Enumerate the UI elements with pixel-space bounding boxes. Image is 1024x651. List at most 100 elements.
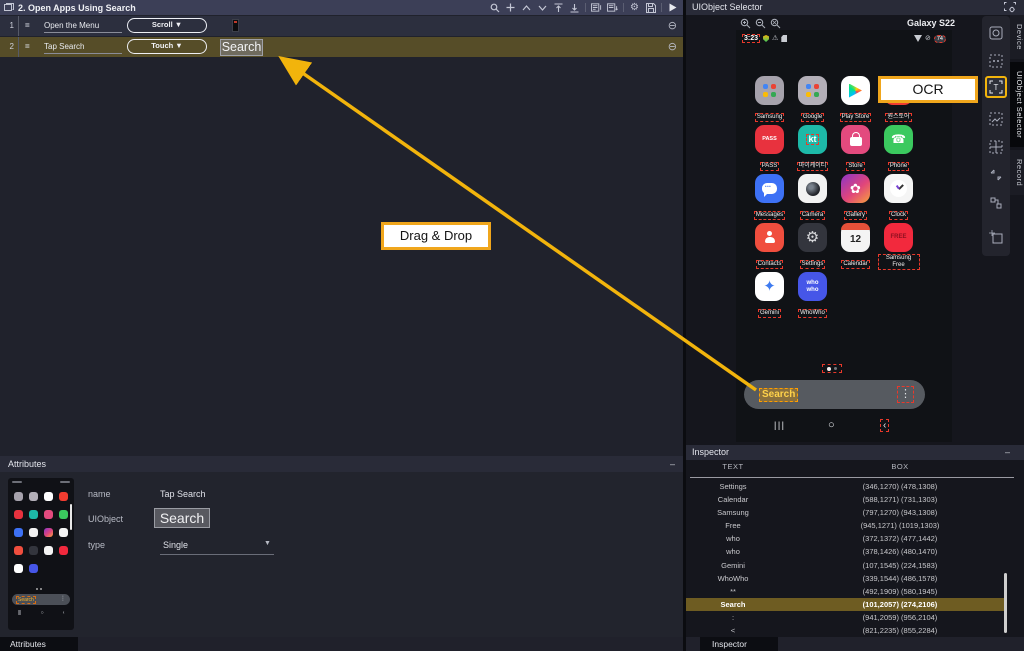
- zoom-reset-icon[interactable]: [770, 18, 781, 29]
- uiobject-field-value[interactable]: Search: [154, 508, 210, 528]
- app-icon[interactable]: [755, 223, 784, 252]
- hierarchy-tool-icon[interactable]: [985, 192, 1007, 214]
- inspector-row[interactable]: WhoWho (339,1544) (486,1578): [686, 572, 1004, 585]
- app-icon[interactable]: ✦: [755, 272, 784, 301]
- app-shortcut[interactable]: ✦ Gemini: [748, 272, 791, 321]
- step-name-field[interactable]: Tap Search: [44, 39, 122, 54]
- remove-step-icon[interactable]: ⊖: [668, 37, 677, 57]
- remove-step-icon[interactable]: ⊖: [668, 16, 677, 36]
- app-shortcut[interactable]: who who WhoWho: [791, 272, 834, 321]
- image-select-tool-icon[interactable]: [985, 108, 1007, 130]
- zoom-in-icon[interactable]: [740, 18, 751, 29]
- app-shortcut[interactable]: PASS PASS: [748, 125, 791, 174]
- app-icon[interactable]: ⚙: [798, 223, 827, 252]
- move-up-icon[interactable]: [521, 2, 532, 14]
- recents-icon[interactable]: |||: [774, 420, 786, 430]
- insert-row-above-icon[interactable]: [591, 2, 602, 14]
- app-icon[interactable]: PASS: [755, 125, 784, 154]
- app-shortcut[interactable]: Clock: [877, 174, 920, 223]
- home-icon[interactable]: ○: [828, 419, 835, 431]
- capture-element-tool-icon[interactable]: [985, 22, 1007, 44]
- app-shortcut[interactable]: Store: [834, 125, 877, 174]
- app-icon[interactable]: [884, 174, 913, 203]
- inspector-row[interactable]: Search (101,2057) (274,2106): [686, 598, 1004, 611]
- app-shortcut[interactable]: Samsung: [748, 76, 791, 125]
- app-shortcut[interactable]: kt 마이케이티: [791, 125, 834, 174]
- add-step-icon[interactable]: [505, 2, 516, 14]
- search-icon[interactable]: [489, 2, 500, 14]
- action-type-dropdown[interactable]: Touch ▼: [127, 39, 207, 54]
- app-icon[interactable]: [841, 76, 870, 105]
- attributes-panel-header[interactable]: Attributes –: [0, 456, 683, 472]
- drag-handle[interactable]: =: [25, 16, 30, 36]
- ocr-search-text-selected[interactable]: Search: [759, 388, 798, 402]
- drag-handle[interactable]: =: [25, 37, 30, 57]
- inspector-row[interactable]: who (372,1372) (477,1442): [686, 532, 1004, 545]
- app-shortcut[interactable]: ✿ Gallery: [834, 174, 877, 223]
- inspector-row[interactable]: : (941,2059) (956,2104): [686, 611, 1004, 624]
- app-icon[interactable]: 12: [841, 223, 870, 252]
- chevron-down-icon[interactable]: ▼: [264, 540, 271, 547]
- step-row-open-menu[interactable]: 1 = Open the Menu Scroll ▼ ⊖: [0, 16, 683, 36]
- inspector-row[interactable]: Gemini (107,1545) (224,1583): [686, 559, 1004, 572]
- inspector-row[interactable]: Free (945,1271) (1019,1303): [686, 519, 1004, 532]
- name-field-value[interactable]: Tap Search: [160, 489, 206, 499]
- app-shortcut[interactable]: ☎ Phone: [877, 125, 920, 174]
- step-screenshot-thumbnail[interactable]: Search ⋮ |||○‹: [8, 478, 74, 630]
- selector-settings-icon[interactable]: [1004, 2, 1016, 13]
- side-tab[interactable]: Record: [1010, 150, 1024, 195]
- align-top-icon[interactable]: [553, 2, 564, 14]
- region-select-tool-icon[interactable]: [985, 50, 1007, 72]
- zoom-out-icon[interactable]: [755, 18, 766, 29]
- tab-attributes[interactable]: Attributes: [0, 637, 78, 651]
- step-name-field[interactable]: Open the Menu: [44, 18, 122, 33]
- app-shortcut[interactable]: ⚙ Settings: [791, 223, 834, 272]
- inspector-row[interactable]: who (378,1426) (480,1470): [686, 545, 1004, 558]
- grid-select-tool-icon[interactable]: [985, 136, 1007, 158]
- app-icon[interactable]: [798, 174, 827, 203]
- app-shortcut[interactable]: 12 Calendar: [834, 223, 877, 272]
- selector-panel-header[interactable]: UIObject Selector: [686, 0, 1024, 15]
- app-shortcut[interactable]: Messages: [748, 174, 791, 223]
- inspector-scrollbar[interactable]: [1004, 573, 1007, 633]
- smart-select-tool-icon[interactable]: [985, 226, 1007, 248]
- side-tab[interactable]: Device: [1010, 15, 1024, 59]
- inspector-row[interactable]: Samsung (797,1270) (943,1308): [686, 506, 1004, 519]
- inspector-row[interactable]: ** (492,1909) (580,1945): [686, 585, 1004, 598]
- tab-inspector[interactable]: Inspector: [700, 637, 778, 651]
- app-icon[interactable]: FREE: [884, 223, 913, 252]
- collapse-tool-icon[interactable]: [985, 164, 1007, 186]
- insert-row-below-icon[interactable]: [607, 2, 618, 14]
- app-shortcut[interactable]: Play Store: [834, 76, 877, 125]
- inspector-row[interactable]: Calendar (588,1271) (731,1303): [686, 493, 1004, 506]
- app-shortcut[interactable]: Camera: [791, 174, 834, 223]
- align-bottom-icon[interactable]: [569, 2, 580, 14]
- move-down-icon[interactable]: [537, 2, 548, 14]
- app-icon[interactable]: [755, 76, 784, 105]
- run-play-icon[interactable]: [667, 2, 678, 14]
- app-shortcut[interactable]: FREE Samsung Free: [877, 223, 920, 272]
- app-icon[interactable]: [798, 76, 827, 105]
- inspector-panel-header[interactable]: Inspector –: [686, 445, 1024, 460]
- inspector-row[interactable]: Settings (346,1270) (478,1308): [686, 480, 1004, 493]
- app-icon[interactable]: ☎: [884, 125, 913, 154]
- type-select-value[interactable]: Single: [163, 540, 188, 550]
- more-options-icon[interactable]: ⋮: [897, 386, 914, 403]
- app-icon[interactable]: [841, 125, 870, 154]
- back-icon[interactable]: ‹: [880, 419, 889, 432]
- app-shortcut[interactable]: Google: [791, 76, 834, 125]
- ocr-text-tool-icon[interactable]: T: [985, 76, 1007, 98]
- app-icon[interactable]: who who: [798, 272, 827, 301]
- save-icon[interactable]: [645, 2, 656, 14]
- app-icon[interactable]: ✿: [841, 174, 870, 203]
- side-tab[interactable]: UIObject Selector: [1010, 62, 1024, 147]
- app-shortcut[interactable]: Contacts: [748, 223, 791, 272]
- settings-gear-icon[interactable]: ⚙: [629, 2, 640, 14]
- device-search-bar[interactable]: Search ⋮: [744, 380, 925, 409]
- app-icon[interactable]: [755, 174, 784, 203]
- action-type-dropdown[interactable]: Scroll ▼: [127, 18, 207, 33]
- inspector-row[interactable]: < (821,2235) (855,2284): [686, 624, 1004, 637]
- minimize-icon[interactable]: –: [670, 456, 675, 472]
- step-row-tap-search[interactable]: 2 = Tap Search Touch ▼ Search ⊖: [0, 37, 683, 57]
- app-icon[interactable]: kt: [798, 125, 827, 154]
